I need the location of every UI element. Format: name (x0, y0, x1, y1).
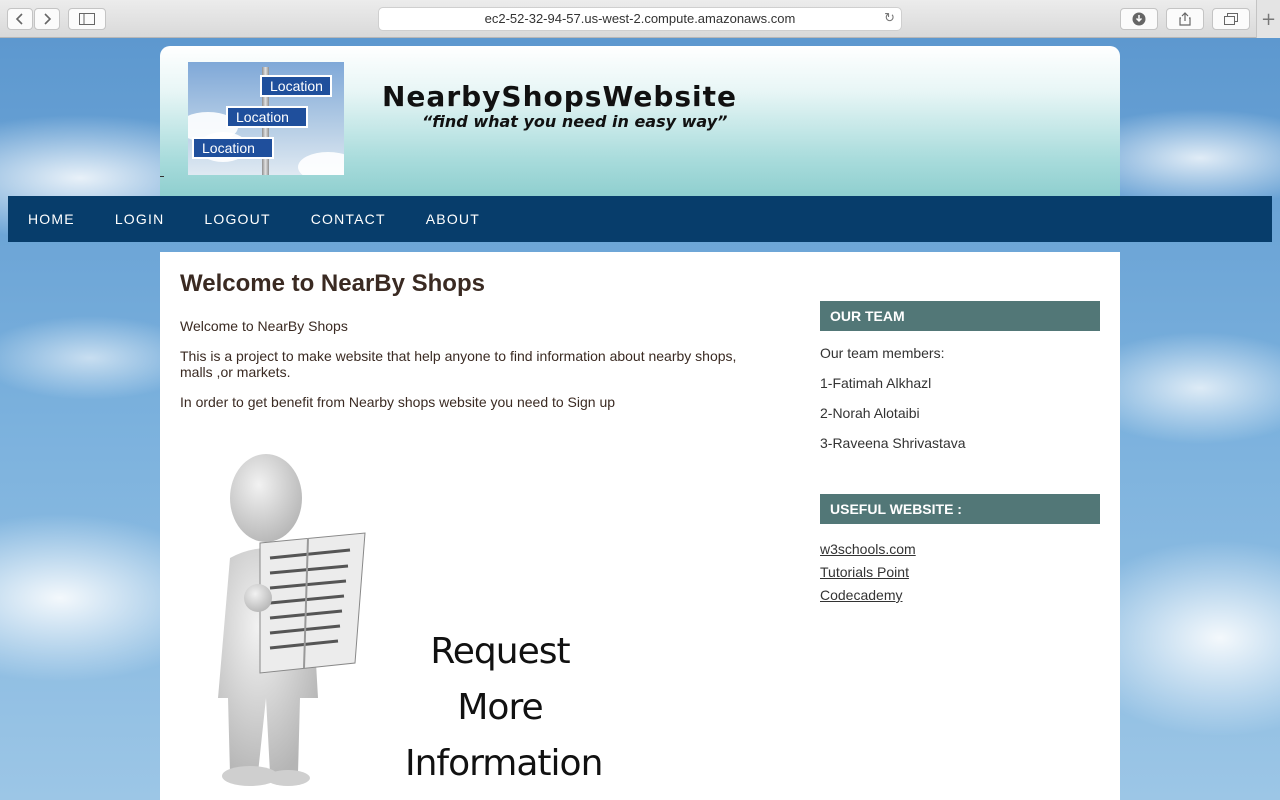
person-reading-newspaper-icon (218, 454, 366, 786)
nav-contact[interactable]: CONTACT (311, 211, 386, 227)
nav-logout[interactable]: LOGOUT (204, 211, 270, 227)
useful-website-heading: USEFUL WEBSITE : (820, 494, 1100, 524)
url-text: ec2-52-32-94-57.us-west-2.compute.amazon… (484, 11, 796, 26)
forward-button[interactable] (34, 8, 60, 30)
useful-links: w3schools.com Tutorials Point Codecademy (820, 538, 1100, 607)
sidebar-toggle-button[interactable] (68, 8, 106, 30)
more-line: More (457, 687, 543, 728)
share-icon (1179, 12, 1191, 26)
browser-toolbar: ec2-52-32-94-57.us-west-2.compute.amazon… (0, 0, 1280, 38)
team-list: 1-Fatimah Alkhazl 2-Norah Alotaibi 3-Rav… (820, 375, 1100, 451)
tabs-overview-button[interactable] (1212, 8, 1250, 30)
new-tab-button[interactable]: + (1256, 0, 1280, 38)
main-content: Welcome to NearBy Shops Welcome to NearB… (180, 270, 750, 424)
description-text: This is a project to make website that h… (180, 348, 737, 380)
sidebar-icon (79, 13, 95, 25)
plus-icon: + (1260, 8, 1277, 30)
back-button[interactable] (7, 8, 33, 30)
team-member: 1-Fatimah Alkhazl (820, 375, 932, 391)
sidebar: OUR TEAM Our team members: 1-Fatimah Alk… (820, 301, 1100, 607)
site-tagline: “find what you need in easy way” (422, 112, 728, 131)
team-member: 3-Raveena Shrivastava (820, 435, 966, 451)
address-bar[interactable]: ec2-52-32-94-57.us-west-2.compute.amazon… (378, 7, 902, 31)
site-title: NearbyShopsWebsite (382, 80, 738, 113)
request-info-illustration: Request More Information (200, 448, 603, 793)
intro-text: Welcome to NearBy Shops (180, 318, 348, 334)
team-heading: OUR TEAM (820, 301, 1100, 331)
nav-about[interactable]: ABOUT (426, 211, 480, 227)
information-line: Information (405, 743, 603, 784)
nav-home[interactable]: HOME (28, 211, 75, 227)
location-signs-logo: Location Location Location (188, 62, 344, 175)
link-tutorials-point[interactable]: Tutorials Point (820, 561, 1100, 584)
logo-sign: Location (260, 75, 332, 97)
chevron-left-icon (15, 13, 23, 25)
request-info-text: Request More Information (405, 624, 603, 792)
link-w3schools[interactable]: w3schools.com (820, 538, 1100, 561)
share-button[interactable] (1166, 8, 1204, 30)
signup-text: In order to get benefit from Nearby shop… (180, 394, 616, 410)
divider (160, 176, 164, 177)
page-title: Welcome to NearBy Shops (180, 270, 485, 297)
team-intro: Our team members: (820, 345, 945, 361)
link-codecademy[interactable]: Codecademy (820, 584, 1100, 607)
downloads-button[interactable] (1120, 8, 1158, 30)
nav-login[interactable]: LOGIN (115, 211, 165, 227)
logo-sign: Location (226, 106, 308, 128)
download-icon (1132, 12, 1146, 26)
main-nav: HOME LOGIN LOGOUT CONTACT ABOUT (8, 196, 1272, 242)
tabs-icon (1224, 13, 1238, 25)
site-header: Location Location Location NearbyShopsWe… (160, 46, 1120, 196)
logo-sign: Location (192, 137, 274, 159)
request-line: Request (430, 631, 570, 672)
chevron-right-icon (44, 13, 52, 25)
content-panel: Welcome to NearBy Shops Welcome to NearB… (160, 252, 1120, 800)
team-member: 2-Norah Alotaibi (820, 405, 920, 421)
reload-icon[interactable]: ↻ (884, 8, 895, 30)
